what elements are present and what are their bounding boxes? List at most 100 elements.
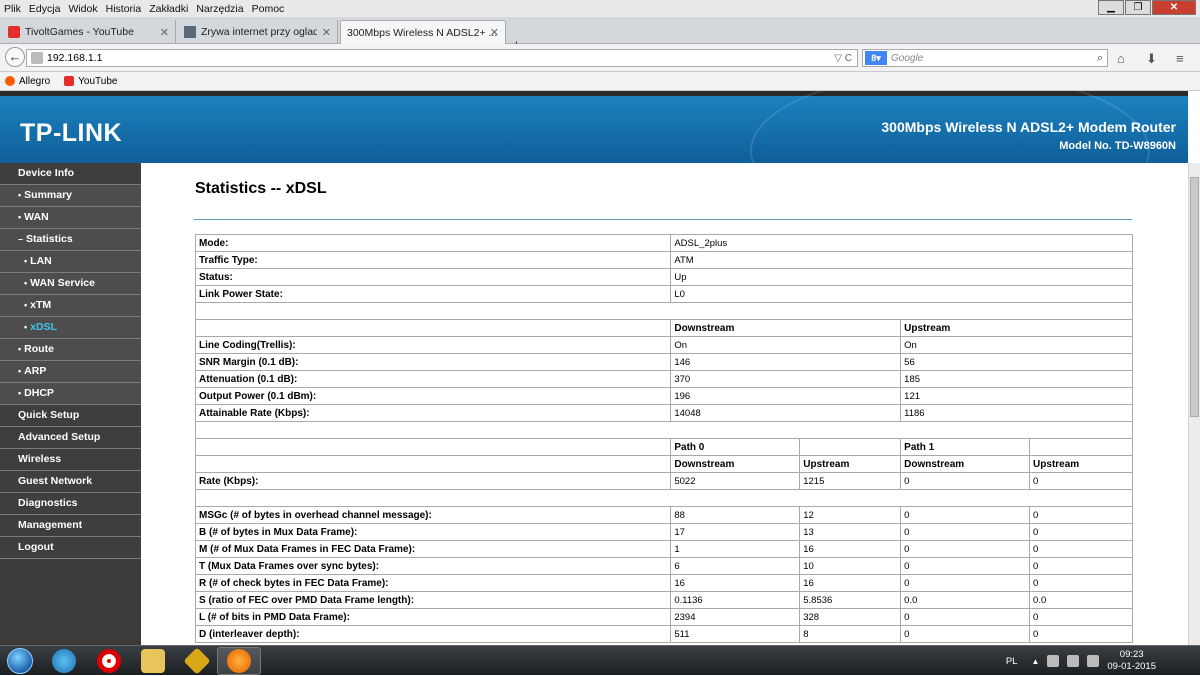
sidebar-item-advanced-setup[interactable]: Advanced Setup [0,427,141,449]
menu-zakladki[interactable]: Zakładki [149,3,188,15]
taskbar-app[interactable] [175,647,219,675]
menu-plik[interactable]: Plik [4,3,21,15]
tab-router[interactable]: 300Mbps Wireless N ADSL2+ ... ✕ [340,20,506,44]
menu-edycja[interactable]: Edycja [29,3,61,15]
start-button[interactable] [3,646,37,675]
close-tab-icon[interactable]: ✕ [322,26,331,39]
sidebar-item-guest-network[interactable]: Guest Network [0,471,141,493]
close-tab-icon[interactable]: ✕ [160,26,169,39]
table-cell [799,438,902,456]
taskbar-ie[interactable] [42,647,86,675]
tab-forum[interactable]: Zrywa internet przy ogladaniu... ✕ [178,20,338,44]
close-tab-icon[interactable]: ✕ [490,26,499,39]
row-label: R (# of check bytes in FEC Data Frame): [194,574,672,592]
scrollbar-thumb[interactable] [1190,177,1199,417]
taskbar-explorer[interactable] [131,647,175,675]
tab-label: 300Mbps Wireless N ADSL2+ ... [347,26,498,39]
sidebar-item-label: Management [18,519,83,531]
column-header: Upstream [1029,455,1133,473]
table-row: T (Mux Data Frames over sync bytes): 6 10 0… [194,557,1133,575]
sidebar-item-quick-setup[interactable]: Quick Setup [0,405,141,427]
router-banner: TP-LINK 300Mbps Wireless N ADSL2+ Modem … [0,91,1188,163]
table-cell [194,319,672,337]
column-header: Downstream [900,455,1031,473]
site-identity-icon[interactable] [31,52,43,64]
row-label: Rate (Kbps): [194,472,672,490]
url-text[interactable]: 192.168.1.1 [47,52,102,64]
sidebar-item-label: ARP [24,365,47,377]
row-value: 0 [900,472,1031,490]
bullet-icon: • [24,300,28,310]
row-value: 0 [1029,472,1133,490]
back-button[interactable]: ← [5,47,25,67]
address-bar[interactable]: 192.168.1.1 ▽ C [26,49,858,67]
row-value: 0 [1029,506,1133,524]
sidebar-item-wireless[interactable]: Wireless [0,449,141,471]
bullet-icon: • [24,322,28,332]
sidebar-item-management[interactable]: Management [0,515,141,537]
menu-bar: Plik Edycja Widok Historia Zakładki Narz… [0,0,1200,17]
system-tray: PL ▲ 09:23 09-01-2015 [1006,646,1196,676]
row-value: On [670,336,902,354]
sidebar-item-xdsl[interactable]: • xDSL [0,317,141,339]
search-bar[interactable]: 8▾ Google ⌕ [862,49,1108,67]
sidebar-item-wan-service[interactable]: • WAN Service [0,273,141,295]
sidebar-item-xtm[interactable]: • xTM [0,295,141,317]
forum-icon [184,26,196,38]
sidebar-item-summary[interactable]: • Summary [0,185,141,207]
sidebar-item-route[interactable]: • Route [0,339,141,361]
row-value: 0 [900,574,1031,592]
tab-youtube[interactable]: TivoltGames - YouTube ✕ [2,20,176,44]
taskbar-opera[interactable] [87,647,131,675]
home-icon[interactable]: ⌂ [1117,51,1125,66]
reload-icon[interactable]: ▽ C [834,53,852,64]
maximize-button[interactable]: ❐ [1125,0,1151,15]
table-row: MSGc (# of bytes in overhead channel mes… [194,506,1133,524]
xdsl-stats-table: Mode: ADSL_2plus Traffic Type: ATM Status: Up… [194,234,1133,643]
table-cell [194,438,672,456]
bookmark-allegro[interactable]: Allegro [5,76,50,87]
minimize-button[interactable]: ▁ [1098,0,1124,15]
row-value: 328 [799,608,902,626]
action-center-icon[interactable] [1087,655,1100,667]
bookmark-youtube[interactable]: YouTube [64,76,117,87]
search-placeholder: Google [891,52,924,64]
sidebar-item-statistics[interactable]: – Statistics [0,229,141,251]
tray-expand-icon[interactable]: ▲ [1031,657,1039,666]
sidebar-item-diagnostics[interactable]: Diagnostics [0,493,141,515]
row-value: 16 [670,574,801,592]
sidebar-item-label: xDSL [30,321,57,333]
close-window-button[interactable]: ✕ [1152,0,1196,15]
search-icon[interactable]: ⌕ [1097,52,1103,65]
menu-icon[interactable]: ≡ [1176,51,1184,66]
sidebar-item-wan[interactable]: • WAN [0,207,141,229]
menu-widok[interactable]: Widok [68,3,97,15]
network-icon[interactable] [1047,655,1060,667]
youtube-icon [8,26,20,38]
table-row: Line Coding(Trellis): On On [194,336,1133,354]
row-value: 0 [1029,574,1133,592]
row-value: 0 [1029,540,1133,558]
row-value: 16 [799,574,902,592]
menu-pomoc[interactable]: Pomoc [252,3,285,15]
sidebar-item-device-info[interactable]: Device Info [0,163,141,185]
table-row [195,421,1133,439]
row-value: 13 [799,523,902,541]
sidebar-item-dhcp[interactable]: • DHCP [0,383,141,405]
sidebar-item-arp[interactable]: • ARP [0,361,141,383]
menu-narzedzia[interactable]: Narzędzia [196,3,243,15]
row-value: 0 [900,523,1031,541]
row-value: 88 [670,506,801,524]
download-icon[interactable]: ⬇ [1146,51,1157,67]
vertical-scrollbar[interactable] [1188,163,1200,645]
sidebar-item-lan[interactable]: • LAN [0,251,141,273]
sidebar-item-logout[interactable]: Logout [0,537,141,559]
clock[interactable]: 09:23 09-01-2015 [1107,649,1156,673]
language-indicator[interactable]: PL [1006,656,1018,667]
row-value: 12 [799,506,902,524]
menu-historia[interactable]: Historia [106,3,142,15]
volume-icon[interactable] [1067,655,1080,667]
row-value: 0 [900,557,1031,575]
google-engine-icon[interactable]: 8▾ [865,51,887,65]
taskbar-firefox[interactable] [217,647,261,675]
